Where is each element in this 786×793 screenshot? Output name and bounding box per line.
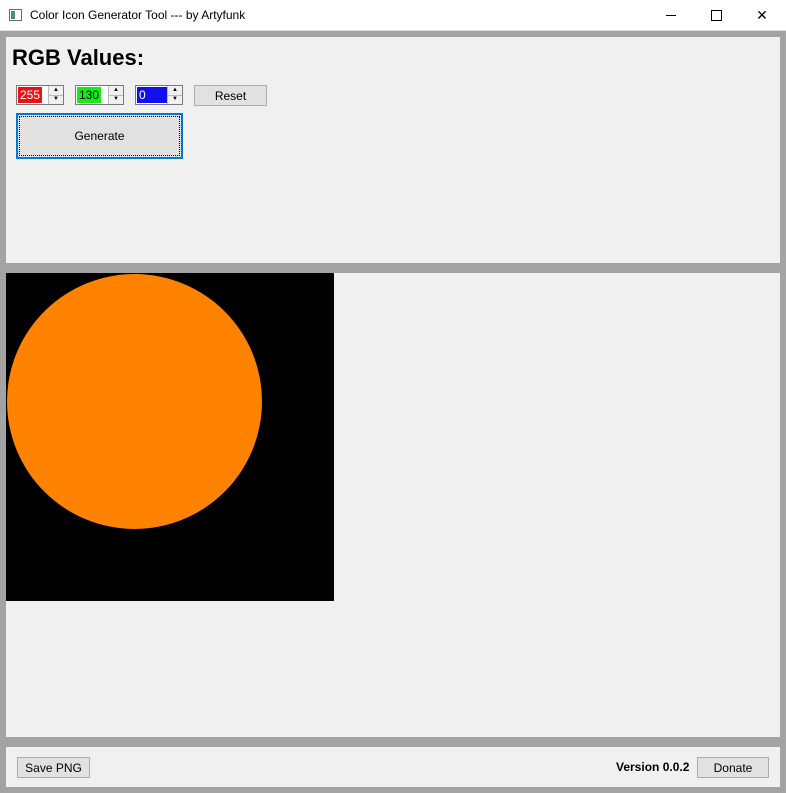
arrow-down-icon: ▼ [113,96,119,102]
minimize-icon [666,15,676,16]
arrow-down-icon: ▼ [53,96,59,102]
green-decrement-button[interactable]: ▼ [109,95,123,104]
color-circle [7,274,262,529]
maximize-button[interactable] [693,0,739,31]
arrow-up-icon: ▲ [172,87,178,93]
app-window-icon [9,9,22,21]
green-spin-buttons: ▲ ▼ [108,86,123,104]
close-button[interactable]: ✕ [739,0,785,31]
close-icon: ✕ [756,7,768,23]
blue-value[interactable]: 0 [137,87,167,103]
arrow-up-icon: ▲ [53,87,59,93]
title-bar: Color Icon Generator Tool --- by Artyfun… [0,0,786,31]
controls-panel: RGB Values: 255 ▲ ▼ 130 ▲ ▼ 0 ▲ ▼ Reset … [6,37,780,263]
rgb-values-heading: RGB Values: [12,45,145,70]
save-png-button[interactable]: Save PNG [17,757,90,778]
maximize-icon [710,10,722,21]
window-title: Color Icon Generator Tool --- by Artyfun… [30,8,246,22]
generate-button[interactable]: Generate [16,113,183,159]
green-value[interactable]: 130 [77,87,102,103]
red-decrement-button[interactable]: ▼ [49,95,63,104]
preview-panel [6,273,780,737]
red-value[interactable]: 255 [18,87,43,103]
blue-spin-buttons: ▲ ▼ [167,86,182,104]
green-spinbox[interactable]: 130 ▲ ▼ [75,85,124,105]
blue-spinbox[interactable]: 0 ▲ ▼ [135,85,183,105]
arrow-up-icon: ▲ [113,87,119,93]
minimize-button[interactable] [648,0,694,31]
red-spinbox[interactable]: 255 ▲ ▼ [16,85,64,105]
reset-button[interactable]: Reset [194,85,267,106]
red-spin-buttons: ▲ ▼ [48,86,63,104]
blue-decrement-button[interactable]: ▼ [168,95,182,104]
footer-panel: Save PNG Version 0.0.2 Donate [6,747,780,787]
version-label: Version 0.0.2 [616,760,690,774]
icon-preview-canvas [6,273,334,601]
arrow-down-icon: ▼ [172,96,178,102]
donate-button[interactable]: Donate [697,757,769,778]
